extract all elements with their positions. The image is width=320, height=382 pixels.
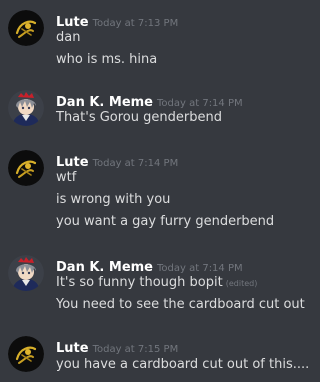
- timestamp: Today at 7:13 PM: [92, 18, 179, 29]
- edited-marker: (edited): [225, 279, 258, 288]
- message-text: You need to see the cardboard cut out: [56, 297, 305, 312]
- username[interactable]: Dan K. Meme: [56, 95, 153, 110]
- lute-avatar-icon[interactable]: [8, 10, 44, 46]
- username[interactable]: Dan K. Meme: [56, 260, 153, 275]
- lute-avatar-icon[interactable]: [8, 336, 44, 372]
- message-header: Lute Today at 7:15 PM: [56, 339, 178, 358]
- message-text: That's Gorou genderbend: [56, 110, 222, 125]
- message-text: you want a gay furry genderbend: [56, 214, 275, 229]
- message-text: wtf: [56, 170, 77, 185]
- timestamp: Today at 7:14 PM: [157, 263, 243, 274]
- chat-message-list: Lute Today at 7:13 PM dan who is ms. hina…: [0, 0, 309, 382]
- timestamp: Today at 7:14 PM: [157, 98, 243, 109]
- username[interactable]: Lute: [56, 155, 89, 170]
- timestamp: Today at 7:14 PM: [92, 158, 179, 169]
- dan-avatar-icon[interactable]: [8, 90, 44, 126]
- message-text: who is ms. hina: [56, 52, 158, 67]
- timestamp: Today at 7:15 PM: [92, 344, 179, 355]
- message-text-content: It's so funny though bopit: [56, 275, 223, 290]
- lute-avatar-icon[interactable]: [8, 150, 44, 186]
- message-text: dan: [56, 30, 81, 45]
- username[interactable]: Lute: [56, 341, 89, 356]
- message-text: It's so funny though bopit (edited): [56, 275, 257, 292]
- message-text: is wrong with you: [56, 192, 171, 207]
- username[interactable]: Lute: [56, 15, 89, 30]
- message-text: you have a cardboard cut out of this....: [56, 357, 310, 372]
- dan-avatar-icon[interactable]: [8, 255, 44, 291]
